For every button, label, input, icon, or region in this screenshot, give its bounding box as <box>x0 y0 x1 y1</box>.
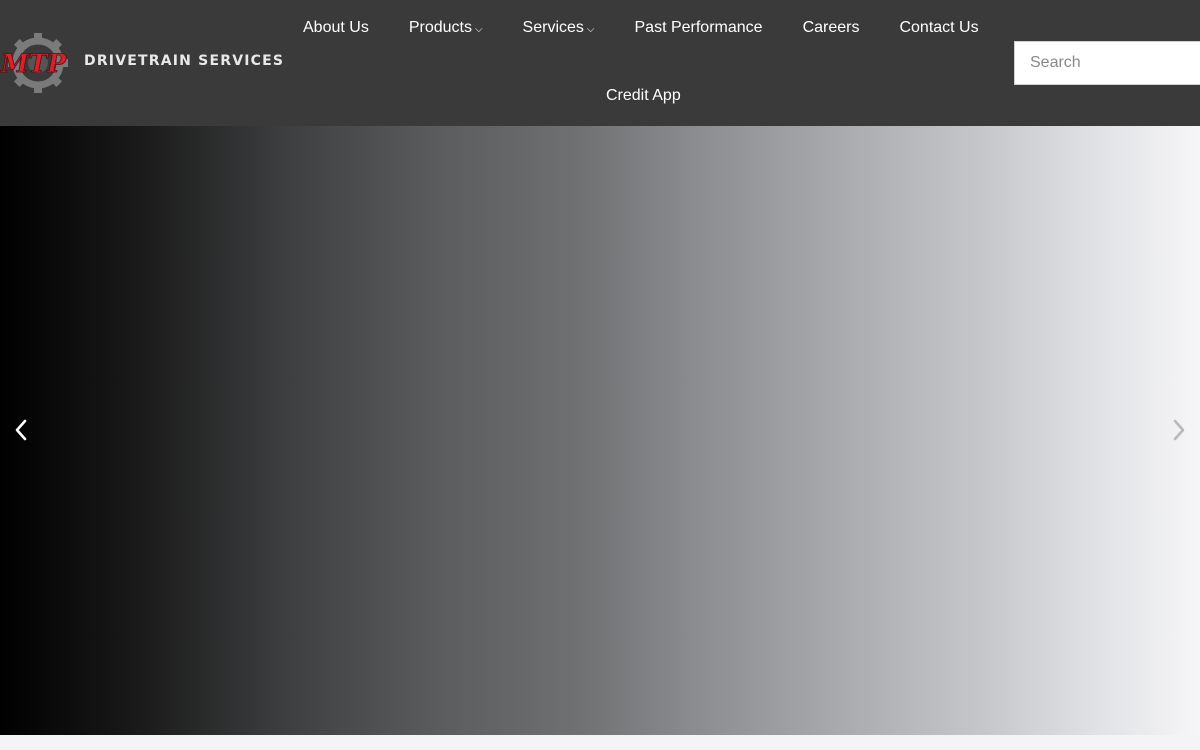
nav-label: Careers <box>802 19 860 36</box>
nav-about-us[interactable]: About Us <box>283 0 389 56</box>
slider-prev-button[interactable] <box>7 416 35 444</box>
mtp-logo[interactable]: MTP DRIVETRAIN SERVICES <box>0 32 290 94</box>
hero-slider <box>0 126 1200 735</box>
logo-letters: MTP <box>0 49 67 78</box>
nav-label: About Us <box>303 19 369 36</box>
gear-icon: MTP <box>0 33 68 93</box>
nav-label: Credit App <box>606 87 681 104</box>
logo-wordmark: DRIVETRAIN SERVICES <box>84 53 285 69</box>
main-nav: About Us Products ⌵ Services ⌵ Past Perf… <box>283 0 999 56</box>
nav-products[interactable]: Products ⌵ <box>389 0 503 56</box>
secondary-nav: Credit App <box>586 68 701 124</box>
nav-credit-app[interactable]: Credit App <box>586 68 701 124</box>
search-input[interactable] <box>1014 41 1200 85</box>
chevron-right-icon <box>1173 419 1185 441</box>
chevron-down-icon: ⌵ <box>474 24 483 35</box>
chevron-down-icon: ⌵ <box>586 24 595 35</box>
chevron-left-icon <box>15 419 27 441</box>
nav-contact-us[interactable]: Contact Us <box>879 0 998 56</box>
nav-label: Contact Us <box>899 19 979 36</box>
nav-services[interactable]: Services ⌵ <box>503 0 615 56</box>
slider-next-button[interactable] <box>1165 416 1193 444</box>
nav-label: Services <box>522 19 584 36</box>
nav-label: Past Performance <box>634 19 763 36</box>
nav-careers[interactable]: Careers <box>783 0 880 56</box>
content-area <box>0 735 1200 750</box>
nav-label: Products <box>408 19 472 36</box>
site-header: MTP DRIVETRAIN SERVICES About Us Product… <box>0 0 1200 126</box>
nav-past-performance[interactable]: Past Performance <box>615 0 783 56</box>
